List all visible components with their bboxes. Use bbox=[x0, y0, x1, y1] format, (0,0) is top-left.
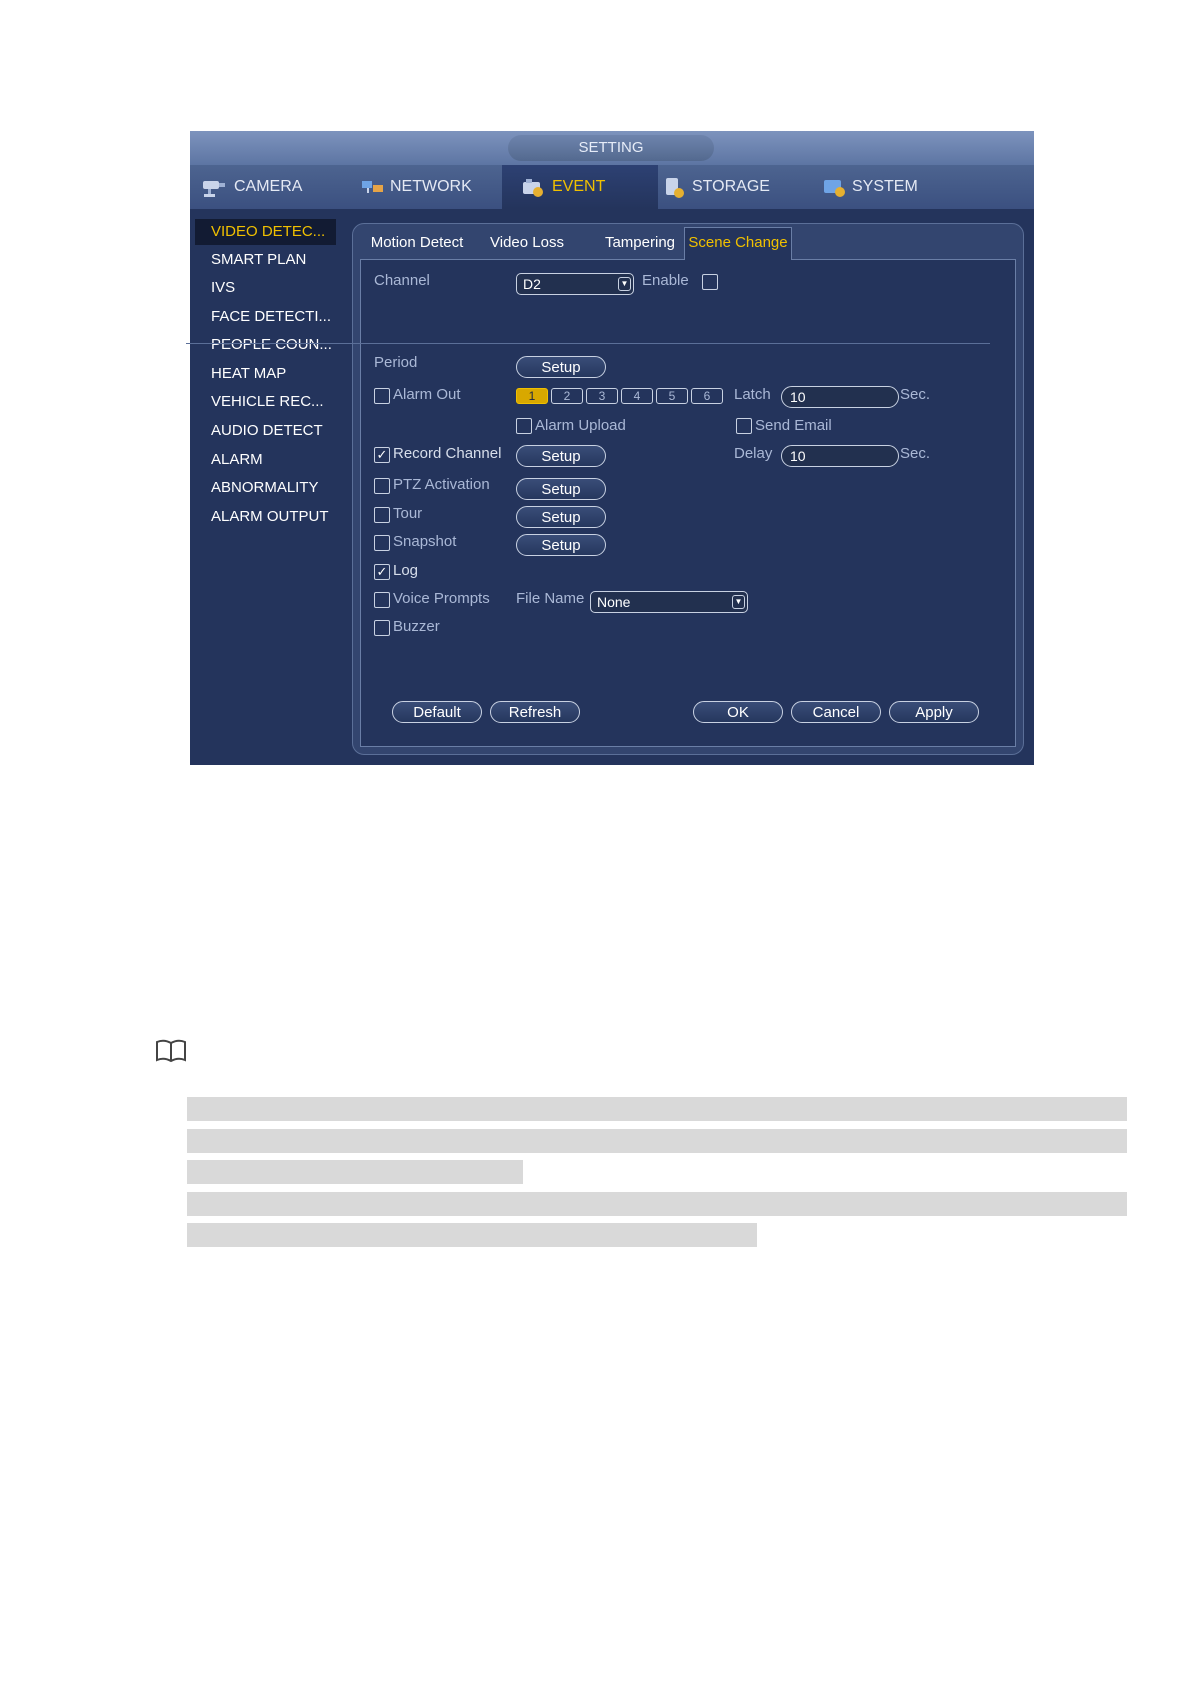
network-icon bbox=[358, 175, 388, 199]
tab-network[interactable]: NETWORK bbox=[358, 165, 516, 209]
sidebar-item-people-counting[interactable]: PEOPLE COUN... bbox=[195, 332, 336, 358]
note-book-icon bbox=[154, 1038, 188, 1064]
form-area bbox=[360, 259, 1016, 747]
tab-event[interactable]: EVENT bbox=[502, 165, 658, 209]
latch-sec-label: Sec. bbox=[900, 386, 931, 403]
voice-prompts-label: Voice Prompts bbox=[393, 590, 490, 607]
log-label: Log bbox=[393, 562, 419, 579]
delay-sec-label: Sec. bbox=[900, 445, 931, 462]
redacted-text-line bbox=[187, 1192, 1127, 1216]
latch-label: Latch bbox=[734, 386, 771, 403]
apply-button[interactable]: Apply bbox=[889, 701, 979, 723]
system-icon bbox=[820, 175, 850, 199]
tab-video-loss[interactable]: Video Loss bbox=[480, 227, 574, 259]
title-bar: SETTING bbox=[190, 131, 1034, 165]
voice-prompts-checkbox[interactable] bbox=[374, 592, 390, 608]
tab-event-label: EVENT bbox=[552, 178, 606, 195]
window-title: SETTING bbox=[508, 135, 714, 161]
dropdown-arrow-icon: ▼ bbox=[732, 595, 745, 609]
alarm-out-label: Alarm Out bbox=[393, 386, 461, 403]
tab-storage[interactable]: STORAGE bbox=[660, 165, 818, 209]
sidebar-item-vehicle-recognition[interactable]: VEHICLE REC... bbox=[195, 389, 336, 415]
file-name-label: File Name bbox=[516, 590, 585, 607]
record-channel-checkbox[interactable]: ✓ bbox=[374, 447, 390, 463]
redacted-text-line bbox=[187, 1223, 757, 1247]
tab-storage-label: STORAGE bbox=[692, 178, 770, 195]
tour-label: Tour bbox=[393, 505, 423, 522]
alarm-upload-checkbox[interactable] bbox=[516, 418, 532, 434]
main-tab-bar: CAMERA NETWORK EVENT STORAGE SYSTEM bbox=[190, 165, 1034, 209]
ok-button[interactable]: OK bbox=[693, 701, 783, 723]
sidebar-item-abnormality[interactable]: ABNORMALITY bbox=[195, 475, 336, 501]
file-name-select[interactable]: None ▼ bbox=[590, 591, 748, 613]
channel-select[interactable]: D2 ▼ bbox=[516, 273, 634, 295]
alarm-out-channel-6[interactable]: 6 bbox=[691, 388, 723, 404]
log-checkbox[interactable]: ✓ bbox=[374, 564, 390, 580]
delay-input[interactable]: 10 bbox=[781, 445, 899, 467]
alarm-out-checkbox[interactable] bbox=[374, 388, 390, 404]
redacted-text-line bbox=[187, 1160, 523, 1184]
storage-icon bbox=[660, 175, 690, 199]
record-channel-setup-button[interactable]: Setup bbox=[516, 445, 606, 467]
alarm-out-channel-1[interactable]: 1 bbox=[516, 388, 548, 404]
alarm-upload-label: Alarm Upload bbox=[535, 417, 626, 434]
tab-network-label: NETWORK bbox=[390, 178, 472, 195]
snapshot-label: Snapshot bbox=[393, 533, 457, 550]
redacted-text-line bbox=[187, 1097, 1127, 1121]
sidebar-item-alarm-output[interactable]: ALARM OUTPUT bbox=[195, 504, 336, 530]
period-setup-button[interactable]: Setup bbox=[516, 356, 606, 378]
enable-label: Enable bbox=[642, 272, 689, 289]
buzzer-label: Buzzer bbox=[393, 618, 440, 635]
tab-system-label: SYSTEM bbox=[852, 178, 918, 195]
sidebar-item-face-detection[interactable]: FACE DETECTI... bbox=[195, 304, 336, 330]
send-email-label: Send Email bbox=[755, 417, 832, 434]
divider bbox=[186, 343, 990, 344]
snapshot-setup-button[interactable]: Setup bbox=[516, 534, 606, 556]
tab-system[interactable]: SYSTEM bbox=[820, 165, 978, 209]
tab-motion-detect[interactable]: Motion Detect bbox=[358, 227, 476, 259]
ptz-activation-checkbox[interactable] bbox=[374, 478, 390, 494]
buzzer-checkbox[interactable] bbox=[374, 620, 390, 636]
tour-setup-button[interactable]: Setup bbox=[516, 506, 606, 528]
ptz-activation-label: PTZ Activation bbox=[393, 476, 490, 493]
tab-tampering[interactable]: Tampering bbox=[588, 227, 692, 259]
alarm-out-channel-2[interactable]: 2 bbox=[551, 388, 583, 404]
channel-value: D2 bbox=[523, 276, 541, 292]
sidebar-item-video-detect[interactable]: VIDEO DETEC... bbox=[195, 219, 336, 245]
camera-icon bbox=[200, 175, 230, 199]
refresh-button[interactable]: Refresh bbox=[490, 701, 580, 723]
event-icon bbox=[518, 175, 548, 199]
default-button[interactable]: Default bbox=[392, 701, 482, 723]
tab-camera-label: CAMERA bbox=[234, 178, 303, 195]
tour-checkbox[interactable] bbox=[374, 507, 390, 523]
tab-scene-change[interactable]: Scene Change bbox=[684, 227, 792, 260]
record-channel-label: Record Channel bbox=[393, 445, 502, 462]
alarm-out-channel-4[interactable]: 4 bbox=[621, 388, 653, 404]
alarm-out-channel-3[interactable]: 3 bbox=[586, 388, 618, 404]
cancel-button[interactable]: Cancel bbox=[791, 701, 881, 723]
send-email-checkbox[interactable] bbox=[736, 418, 752, 434]
tab-camera[interactable]: CAMERA bbox=[200, 165, 358, 209]
snapshot-checkbox[interactable] bbox=[374, 535, 390, 551]
enable-checkbox[interactable] bbox=[702, 274, 718, 290]
sidebar-item-audio-detect[interactable]: AUDIO DETECT bbox=[195, 418, 336, 444]
latch-input[interactable]: 10 bbox=[781, 386, 899, 408]
sidebar-item-smart-plan[interactable]: SMART PLAN bbox=[195, 247, 336, 273]
file-name-value: None bbox=[597, 594, 631, 610]
dropdown-arrow-icon: ▼ bbox=[618, 277, 631, 291]
ptz-setup-button[interactable]: Setup bbox=[516, 478, 606, 500]
redacted-text-line bbox=[187, 1129, 1127, 1153]
sidebar-item-ivs[interactable]: IVS bbox=[195, 275, 336, 301]
sidebar-item-heat-map[interactable]: HEAT MAP bbox=[195, 361, 336, 387]
delay-label: Delay bbox=[734, 445, 773, 462]
channel-label: Channel bbox=[374, 272, 430, 289]
sidebar-item-alarm[interactable]: ALARM bbox=[195, 447, 336, 473]
alarm-out-channel-5[interactable]: 5 bbox=[656, 388, 688, 404]
period-label: Period bbox=[374, 354, 418, 371]
